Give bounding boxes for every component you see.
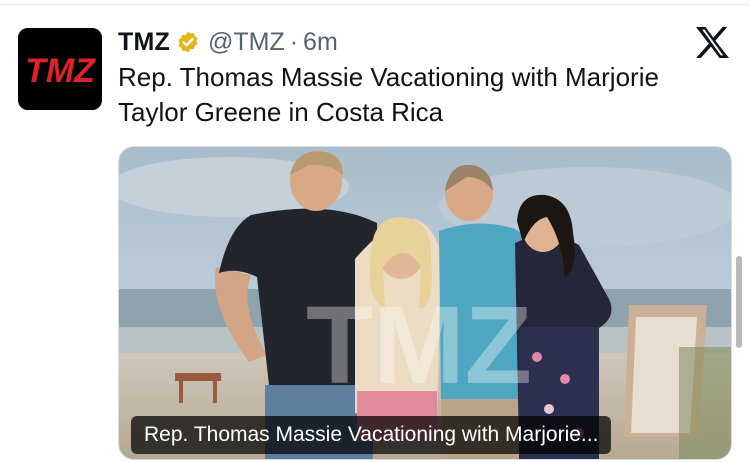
media-watermark: TMZ xyxy=(306,284,532,407)
tweet-header: TMZ @TMZ · 6m xyxy=(118,25,338,59)
tweet-text: Rep. Thomas Massie Vacationing with Marj… xyxy=(118,62,659,127)
tweet-media[interactable]: TMZ Rep. Thomas Massie Vacationing with … xyxy=(118,146,732,460)
tmz-avatar[interactable]: TMZ xyxy=(18,28,102,110)
svg-text:TMZ: TMZ xyxy=(25,52,96,90)
tweet-timestamp[interactable]: 6m xyxy=(303,28,338,57)
verified-badge-icon xyxy=(176,30,200,54)
tmz-logo: TMZ xyxy=(18,28,102,110)
x-logo-icon[interactable] xyxy=(694,26,730,59)
scrollbar-thumb[interactable] xyxy=(736,256,742,348)
user-handle[interactable]: @TMZ xyxy=(208,28,285,57)
media-caption: Rep. Thomas Massie Vacationing with Marj… xyxy=(131,416,612,454)
display-name[interactable]: TMZ xyxy=(118,28,170,57)
separator-dot: · xyxy=(289,27,299,56)
beach-photo: TMZ xyxy=(119,147,731,459)
top-divider xyxy=(0,0,750,5)
